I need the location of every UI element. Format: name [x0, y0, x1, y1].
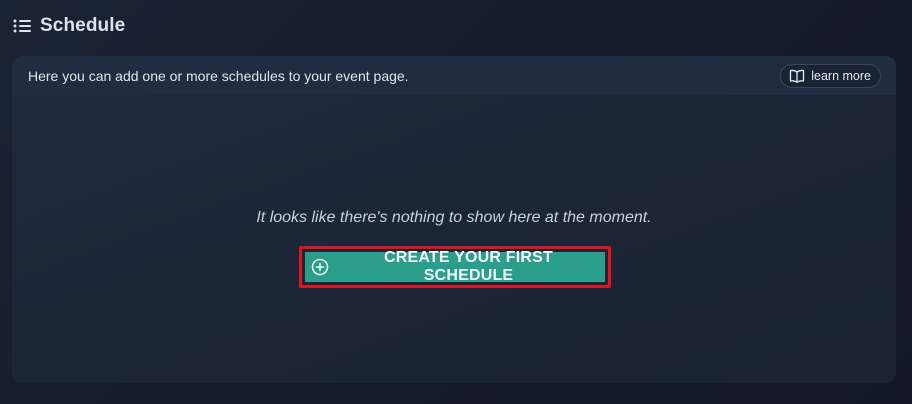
page-header: Schedule	[12, 14, 125, 38]
learn-more-button[interactable]: learn more	[780, 63, 881, 88]
learn-more-label: learn more	[811, 68, 871, 83]
create-button-label: CREATE YOUR FIRST SCHEDULE	[383, 249, 554, 284]
schedule-card: Here you can add one or more schedules t…	[12, 56, 896, 383]
empty-state-message: It looks like there's nothing to show he…	[256, 209, 652, 226]
create-first-schedule-button[interactable]: CREATE YOUR FIRST SCHEDULE	[305, 249, 605, 284]
plus-circle-icon	[311, 258, 329, 276]
page-title: Schedule	[40, 15, 126, 36]
card-description: Here you can add one or more schedules t…	[28, 67, 409, 84]
book-icon	[789, 69, 805, 83]
card-info-bar: Here you can add one or more schedules t…	[12, 56, 896, 95]
list-icon	[12, 16, 32, 36]
create-button-highlight: CREATE YOUR FIRST SCHEDULE	[299, 246, 611, 288]
